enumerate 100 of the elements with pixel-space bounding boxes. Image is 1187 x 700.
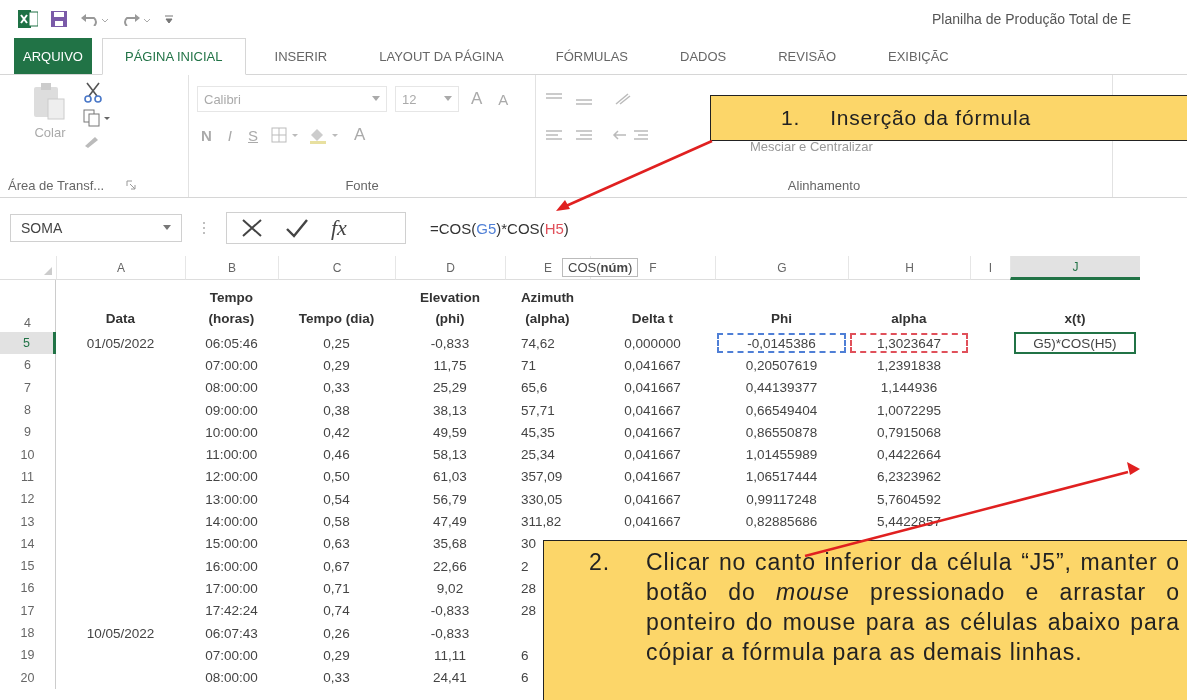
table-cell-text: 0,20507619 bbox=[744, 356, 819, 375]
save-icon[interactable] bbox=[50, 10, 68, 28]
excel-icon[interactable] bbox=[18, 10, 38, 28]
row-header[interactable]: 12 bbox=[0, 488, 56, 511]
ribbon-tab[interactable]: DADOS bbox=[657, 38, 750, 74]
column-header[interactable]: C bbox=[278, 256, 395, 280]
table-cell-text: 1,01455989 bbox=[744, 446, 819, 465]
column-header[interactable]: A bbox=[56, 256, 185, 280]
row-header[interactable]: 19 bbox=[0, 644, 56, 667]
column-header[interactable]: G bbox=[715, 256, 848, 280]
ribbon-tab[interactable]: EXIBIÇÃC bbox=[865, 38, 972, 74]
table-cell-text: -0,833 bbox=[429, 624, 471, 643]
caret-icon bbox=[444, 96, 452, 102]
table-cell-text: 0,26 bbox=[322, 624, 351, 643]
borders-icon[interactable] bbox=[270, 126, 301, 144]
row-header[interactable]: 14 bbox=[0, 532, 56, 555]
row-header[interactable]: 8 bbox=[0, 398, 56, 422]
cancel-icon[interactable] bbox=[241, 218, 263, 238]
row-header[interactable]: 6 bbox=[0, 354, 56, 377]
check-icon[interactable] bbox=[285, 218, 309, 238]
column-title: Azimuth (alpha) bbox=[520, 289, 575, 329]
row-header[interactable]: 5 bbox=[0, 332, 56, 355]
table-cell-text: 49,59 bbox=[432, 423, 468, 442]
column-header[interactable]: I bbox=[970, 256, 1010, 280]
ribbon-tab[interactable]: PÁGINA INICIAL bbox=[101, 38, 246, 75]
table-cell-text: 6,2323962 bbox=[876, 468, 942, 487]
table-cell-text: 61,03 bbox=[432, 468, 468, 487]
ribbon-tab[interactable]: LAYOUT DA PÁGINA bbox=[356, 38, 527, 74]
table-cell-text: 71 bbox=[520, 356, 538, 375]
table-cell[interactable]: G5)*COS(H5) bbox=[1014, 332, 1136, 355]
copy-icon[interactable] bbox=[82, 109, 110, 127]
table-cell-text: 2 bbox=[520, 557, 530, 576]
redo-icon[interactable] bbox=[122, 12, 152, 26]
formula-field[interactable]: =COS(G5)*COS(H5) bbox=[426, 219, 1187, 237]
table-cell-text: 57,71 bbox=[520, 401, 556, 420]
step-number: 1. bbox=[781, 106, 801, 130]
table-cell-text: 0,041667 bbox=[623, 468, 682, 487]
ribbon-tab[interactable]: INSERIR bbox=[251, 38, 351, 74]
table-cell-text: 1,0072295 bbox=[876, 401, 942, 420]
row-header[interactable]: 15 bbox=[0, 554, 56, 578]
customize-icon[interactable] bbox=[164, 13, 174, 25]
undo-icon[interactable] bbox=[80, 12, 110, 26]
row-header[interactable]: 10 bbox=[0, 443, 56, 466]
ribbon-tab[interactable]: REVISÃO bbox=[755, 38, 860, 74]
table-cell-text: 56,79 bbox=[432, 490, 468, 509]
table-cell-text: 11,11 bbox=[433, 646, 467, 665]
table-cell-text: 17:42:24 bbox=[204, 602, 259, 621]
table-cell-text: 0,25 bbox=[322, 334, 351, 353]
table-cell-text: 16:00:00 bbox=[204, 557, 259, 576]
row-header[interactable]: 20 bbox=[0, 666, 56, 689]
ribbon-tab[interactable]: FÓRMULAS bbox=[532, 38, 651, 74]
table-cell-text: 0,33 bbox=[322, 669, 351, 688]
table-cell-text: 0,86550878 bbox=[744, 423, 819, 442]
table-cell-text: 06:07:43 bbox=[204, 624, 259, 643]
row-header[interactable]: 17 bbox=[0, 599, 56, 622]
scissors-icon[interactable] bbox=[82, 81, 104, 103]
function-tooltip: COS(núm) bbox=[562, 258, 639, 277]
column-title: Elevation (phi) bbox=[420, 289, 480, 329]
table-cell[interactable]: 1,3023647 bbox=[850, 333, 968, 354]
table-cell-text: 0,50 bbox=[322, 468, 351, 487]
row-header[interactable]: 16 bbox=[0, 577, 56, 600]
launcher-icon[interactable] bbox=[126, 180, 137, 190]
column-header[interactable]: B bbox=[185, 256, 278, 280]
window-title: Planilha de Produção Total de E bbox=[932, 11, 1131, 27]
table-cell-text: 330,05 bbox=[520, 490, 564, 509]
table-cell-text: 08:00:00 bbox=[204, 379, 259, 398]
column-title: alpha bbox=[891, 310, 927, 329]
table-cell-text: 25,34 bbox=[520, 446, 556, 465]
column-header[interactable]: J bbox=[1010, 256, 1140, 280]
column-title: Tempo (dia) bbox=[298, 310, 375, 329]
table-cell-text: 10:00:00 bbox=[204, 423, 259, 442]
step-number: 2. bbox=[589, 548, 610, 577]
table-cell-text: 25,29 bbox=[432, 379, 468, 398]
table-cell-text: 28 bbox=[520, 602, 538, 621]
row-header[interactable]: 7 bbox=[0, 376, 56, 399]
column-title: Delta t bbox=[631, 310, 674, 329]
column-header[interactable]: H bbox=[848, 256, 970, 280]
column-header[interactable]: D bbox=[395, 256, 505, 280]
table-cell-text: 0,67 bbox=[322, 557, 351, 576]
table-cell-text: 357,09 bbox=[520, 468, 564, 487]
table-cell-text: 0,29 bbox=[322, 646, 351, 665]
table-cell[interactable]: -0,0145386 bbox=[717, 333, 846, 354]
row-header[interactable]: 11 bbox=[0, 465, 56, 489]
table-cell-text: 1,2391838 bbox=[876, 356, 942, 375]
table-cell-text: 0,58 bbox=[322, 513, 351, 531]
row-header[interactable]: 18 bbox=[0, 621, 56, 645]
table-cell-text: 14:00:00 bbox=[204, 513, 259, 531]
select-all-icon[interactable] bbox=[44, 267, 52, 275]
row-header[interactable]: 13 bbox=[0, 510, 56, 533]
name-box[interactable]: SOMA bbox=[10, 214, 182, 242]
table-cell-text: 0,29 bbox=[322, 356, 351, 375]
table-cell-text: 0,99117248 bbox=[745, 490, 818, 509]
table-cell-text: 0,041667 bbox=[623, 446, 682, 465]
ribbon-tab[interactable]: ARQUIVO bbox=[14, 38, 92, 74]
column-title: Phi bbox=[771, 310, 792, 329]
group-label: Alinhamento bbox=[787, 177, 861, 193]
insert-function-button[interactable]: fx bbox=[331, 215, 347, 241]
table-cell-text: 15:00:00 bbox=[204, 535, 259, 554]
table-cell-text: 0,041667 bbox=[623, 401, 682, 420]
row-header[interactable]: 9 bbox=[0, 421, 56, 444]
